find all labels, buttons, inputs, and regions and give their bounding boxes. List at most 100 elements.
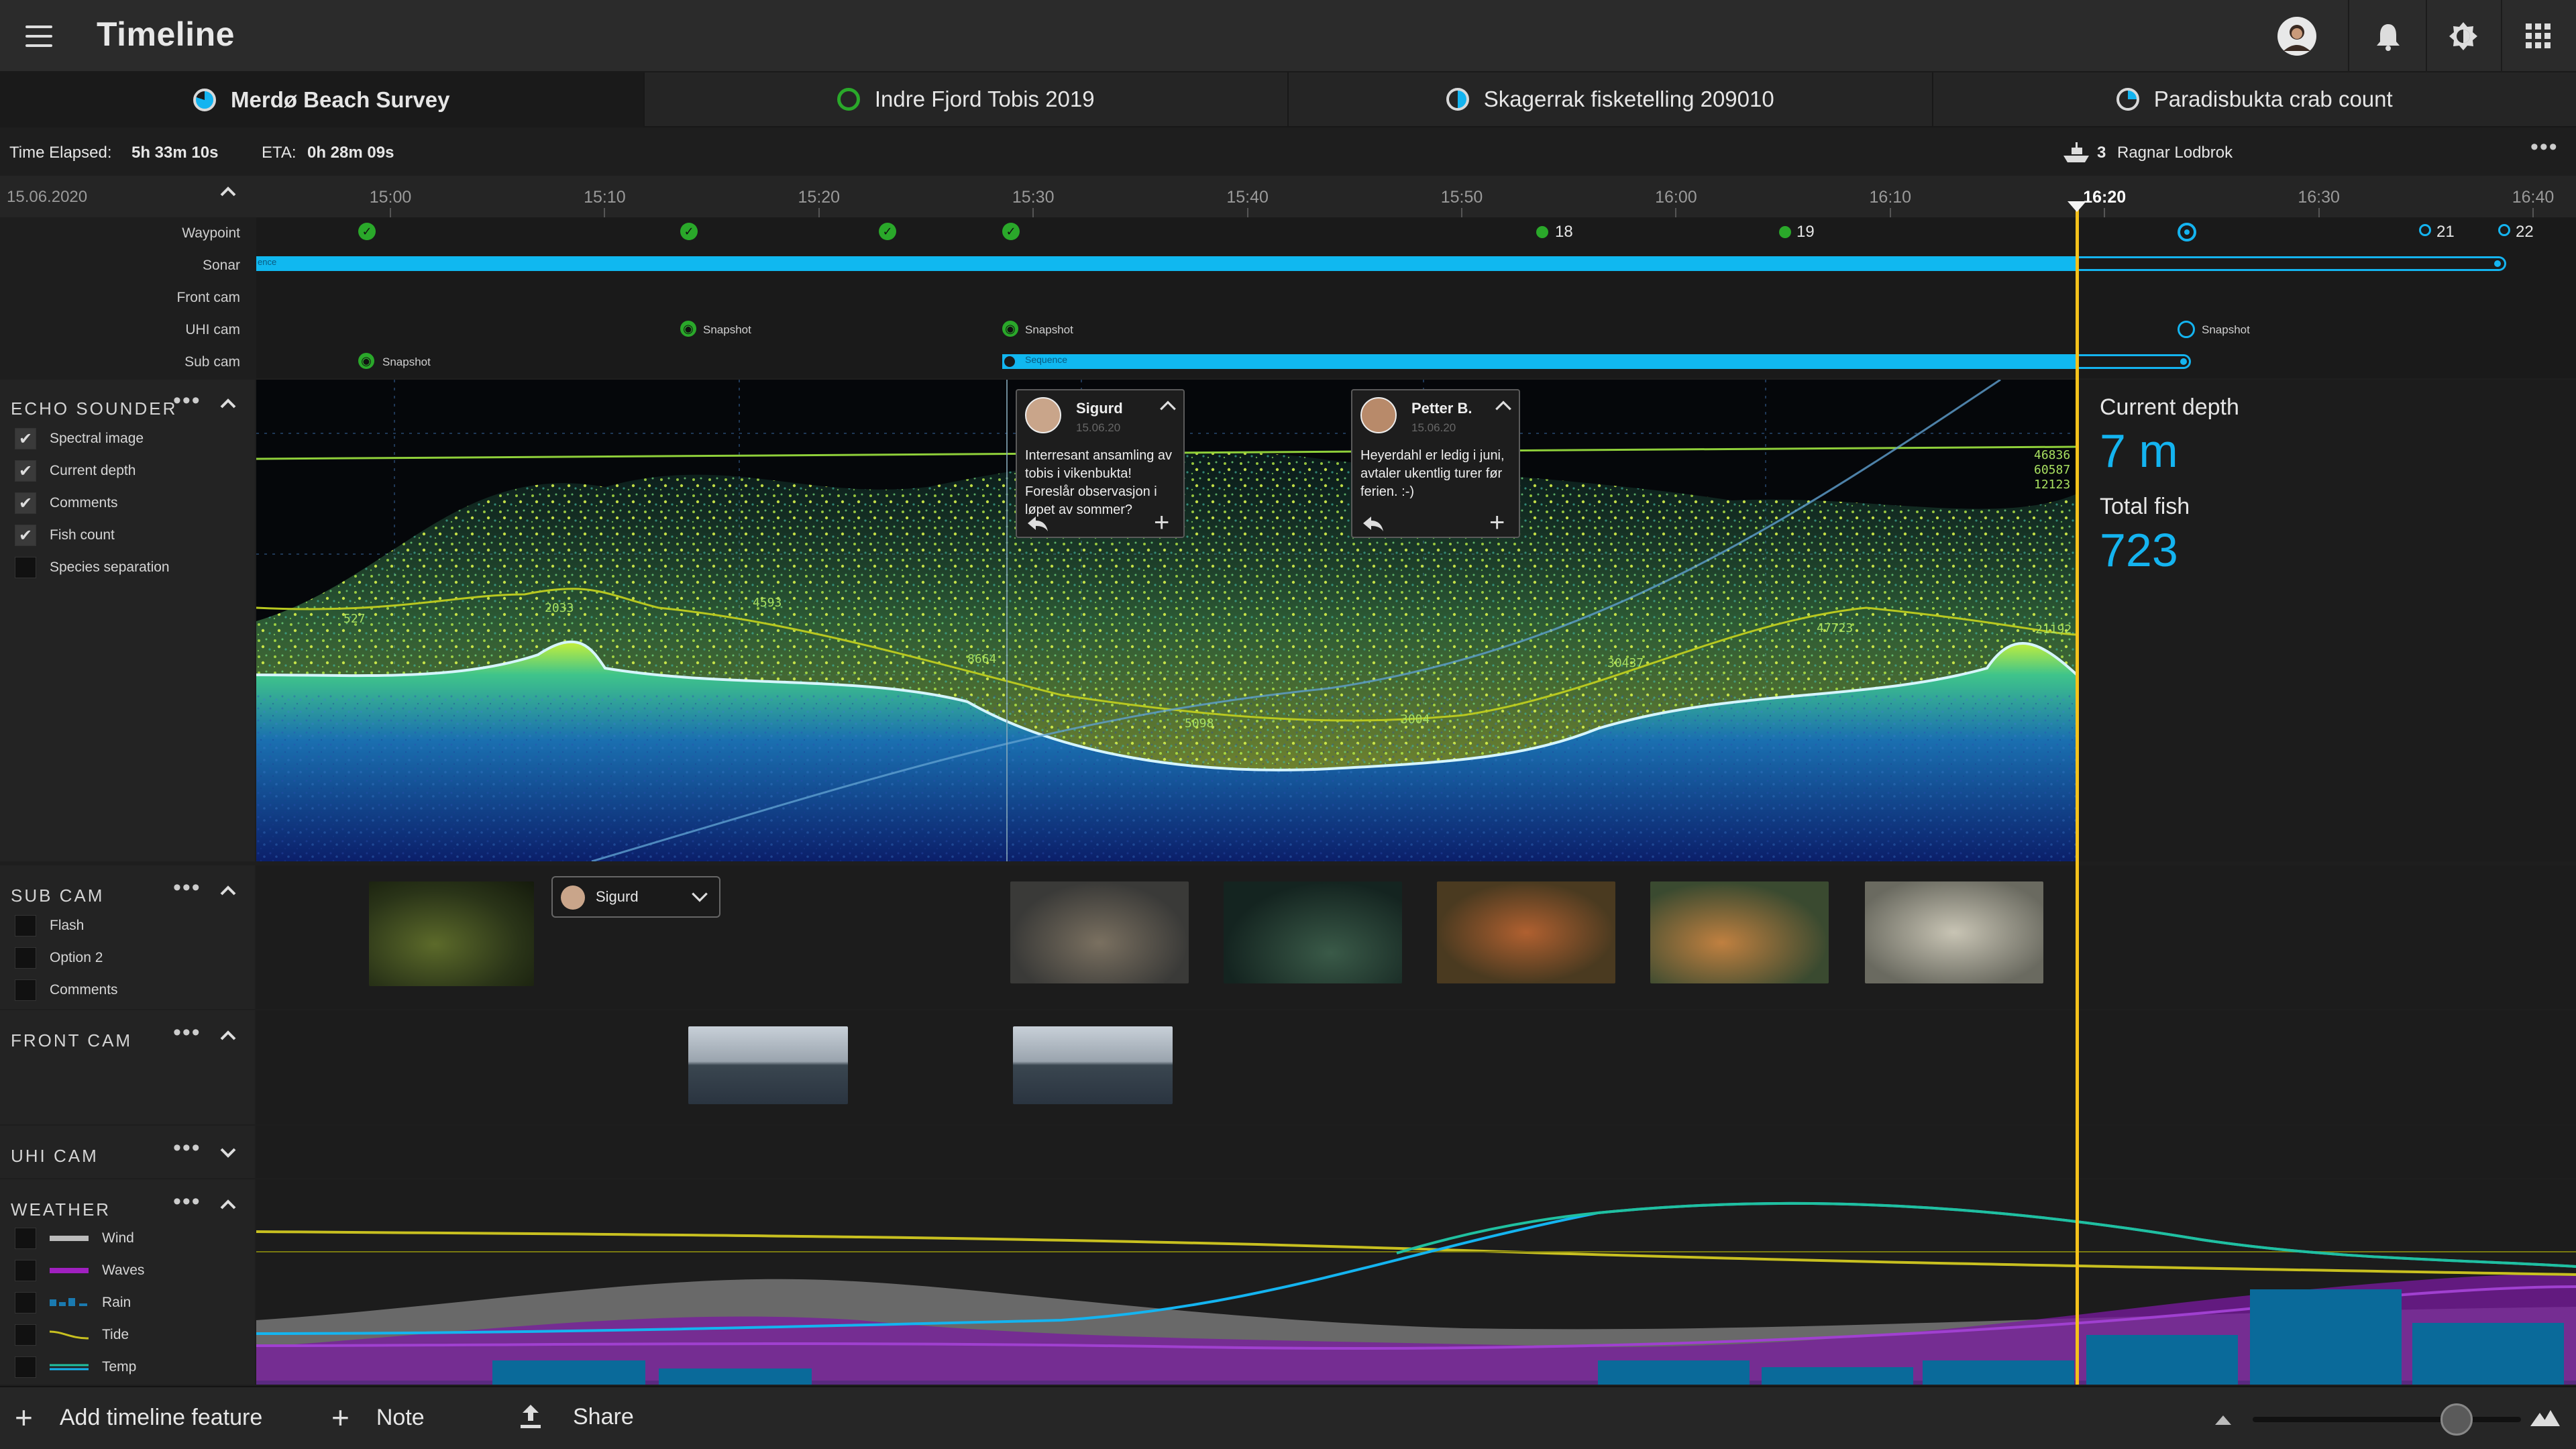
playhead-marker-icon[interactable] xyxy=(2068,201,2086,212)
collapse-chevron-up-icon[interactable] xyxy=(1493,396,1513,419)
checkbox-empty-icon[interactable] xyxy=(15,1356,36,1378)
option-comments[interactable]: ✔ Comments xyxy=(15,492,118,514)
option-tide[interactable]: Tide xyxy=(15,1324,129,1346)
playhead-line[interactable] xyxy=(2076,205,2079,1385)
user-filter-dropdown[interactable]: Sigurd xyxy=(551,876,720,918)
section-more-icon[interactable]: ••• xyxy=(173,1020,201,1046)
echogram-spectral-image[interactable]: 527 2033 4593 8664 5098 3004 30437 47723… xyxy=(256,380,2077,861)
waypoint-done-icon[interactable]: ✓ xyxy=(358,223,376,240)
frontcam-thumbnail[interactable] xyxy=(688,1026,848,1104)
vessel-name[interactable]: Ragnar Lodbrok xyxy=(2117,144,2233,162)
expand-chevron-down-icon[interactable] xyxy=(219,1143,237,1165)
add-timeline-feature-button[interactable]: + Add timeline feature xyxy=(15,1402,262,1433)
subcam-end-handle-icon[interactable] xyxy=(2180,358,2187,365)
subcam-thumbnail[interactable] xyxy=(1437,881,1615,983)
current-depth-label: Current depth xyxy=(2100,394,2239,420)
reply-arrow-icon[interactable] xyxy=(1026,514,1049,536)
tab-merdo-beach-survey[interactable]: Merdø Beach Survey xyxy=(0,72,645,127)
section-more-icon[interactable]: ••• xyxy=(173,875,201,901)
sequence-start-icon[interactable] xyxy=(1002,354,1017,369)
waypoint-dot-icon[interactable] xyxy=(1779,226,1791,238)
apps-grid-icon[interactable] xyxy=(2517,16,2560,56)
tab-skagerrak-fisketelling[interactable]: Skagerrak fisketelling 209010 xyxy=(1289,72,1933,127)
add-note-button[interactable]: + Note xyxy=(331,1402,425,1433)
collapse-chevron-up-icon[interactable] xyxy=(219,182,237,206)
zoom-slider-track[interactable] xyxy=(2253,1417,2521,1422)
reply-arrow-icon[interactable] xyxy=(1362,514,1385,536)
option-spectral-image[interactable]: ✔ Spectral image xyxy=(15,428,144,449)
snapshot-camera-icon[interactable]: ◉ xyxy=(680,321,696,337)
comment-date: 15.06.20 xyxy=(1076,421,1121,434)
option-wind[interactable]: Wind xyxy=(15,1228,134,1249)
option-rain[interactable]: Rain xyxy=(15,1292,131,1313)
checkbox-empty-icon[interactable] xyxy=(15,557,36,578)
subcam-thumbnail[interactable] xyxy=(1865,881,2043,983)
section-more-icon[interactable]: ••• xyxy=(173,388,201,414)
checkbox-empty-icon[interactable] xyxy=(15,1228,36,1249)
subcam-planned-bar[interactable] xyxy=(2077,354,2191,369)
add-plus-icon[interactable]: + xyxy=(1489,509,1505,536)
snapshot-camera-icon[interactable]: ◉ xyxy=(358,353,374,369)
notifications-bell-icon[interactable] xyxy=(2367,16,2410,56)
waypoint-planned-icon[interactable] xyxy=(2419,224,2431,236)
option-flash[interactable]: Flash xyxy=(15,915,84,936)
tab-paradisbukta-crab-count[interactable]: Paradisbukta crab count xyxy=(1933,72,2576,127)
option-2[interactable]: Option 2 xyxy=(15,947,103,969)
waypoint-done-icon[interactable]: ✓ xyxy=(680,223,698,240)
zoom-in-mountains-icon[interactable] xyxy=(2529,1407,2561,1431)
share-button[interactable]: Share xyxy=(519,1403,634,1430)
user-avatar[interactable] xyxy=(2275,16,2318,56)
comment-card[interactable]: Petter B. 15.06.20 Heyerdahl er ledig i … xyxy=(1351,389,1520,538)
collapse-chevron-up-icon[interactable] xyxy=(219,1026,237,1049)
more-options-icon[interactable]: ••• xyxy=(2530,134,2559,160)
subcam-thumbnail[interactable] xyxy=(1650,881,1829,983)
option-species-separation[interactable]: Species separation xyxy=(15,557,170,578)
waypoint-current-icon[interactable] xyxy=(2178,223,2196,241)
snapshot-planned-icon[interactable] xyxy=(2178,321,2195,338)
checkbox-checked-icon[interactable]: ✔ xyxy=(15,460,36,482)
option-fish-count[interactable]: ✔ Fish count xyxy=(15,525,115,546)
section-more-icon[interactable]: ••• xyxy=(173,1189,201,1215)
checkbox-empty-icon[interactable] xyxy=(15,1292,36,1313)
frontcam-thumbnail[interactable] xyxy=(1013,1026,1173,1104)
section-more-icon[interactable]: ••• xyxy=(173,1135,201,1161)
hamburger-menu-icon[interactable] xyxy=(25,25,52,47)
tab-indre-fjord-tobis[interactable]: Indre Fjord Tobis 2019 xyxy=(644,72,1289,127)
checkbox-empty-icon[interactable] xyxy=(15,915,36,936)
subcam-thumbnail[interactable] xyxy=(1010,881,1189,983)
option-current-depth[interactable]: ✔ Current depth xyxy=(15,460,136,482)
checkbox-empty-icon[interactable] xyxy=(15,947,36,969)
subcam-thumbnail[interactable] xyxy=(1224,881,1402,983)
checkbox-empty-icon[interactable] xyxy=(15,1324,36,1346)
subcam-sequence-bar[interactable]: Sequence xyxy=(1002,354,2077,369)
collapse-chevron-up-icon[interactable] xyxy=(219,1195,237,1218)
waypoint-planned-icon[interactable] xyxy=(2498,224,2510,236)
sonar-recording-bar[interactable]: ence xyxy=(256,256,2077,271)
option-label: Option 2 xyxy=(50,950,103,965)
checkbox-empty-icon[interactable] xyxy=(15,1260,36,1281)
snapshot-camera-icon[interactable]: ◉ xyxy=(1002,321,1018,337)
sonar-end-handle-icon[interactable] xyxy=(2494,260,2501,267)
weather-chart[interactable] xyxy=(256,1179,2576,1385)
brightness-icon[interactable] xyxy=(2442,16,2485,56)
option-temp[interactable]: Temp xyxy=(15,1356,136,1378)
subcam-thumbnail[interactable] xyxy=(369,881,534,986)
checkbox-checked-icon[interactable]: ✔ xyxy=(15,525,36,546)
comment-card[interactable]: Sigurd 15.06.20 Interresant ansamling av… xyxy=(1016,389,1185,538)
checkbox-empty-icon[interactable] xyxy=(15,979,36,1001)
waypoint-done-icon[interactable]: ✓ xyxy=(879,223,896,240)
collapse-chevron-up-icon[interactable] xyxy=(219,881,237,904)
waypoint-done-icon[interactable]: ✓ xyxy=(1002,223,1020,240)
checkbox-checked-icon[interactable]: ✔ xyxy=(15,428,36,449)
checkbox-checked-icon[interactable]: ✔ xyxy=(15,492,36,514)
zoom-slider-thumb[interactable] xyxy=(2440,1403,2473,1436)
option-waves[interactable]: Waves xyxy=(15,1260,144,1281)
total-fish-value: 723 xyxy=(2100,524,2178,576)
waypoint-dot-icon[interactable] xyxy=(1536,226,1548,238)
add-plus-icon[interactable]: + xyxy=(1154,509,1169,536)
zoom-out-mountain-icon[interactable] xyxy=(2214,1413,2233,1430)
collapse-chevron-up-icon[interactable] xyxy=(219,394,237,417)
sonar-planned-bar[interactable] xyxy=(2077,256,2506,271)
collapse-chevron-up-icon[interactable] xyxy=(1158,396,1178,419)
option-comments[interactable]: Comments xyxy=(15,979,118,1001)
